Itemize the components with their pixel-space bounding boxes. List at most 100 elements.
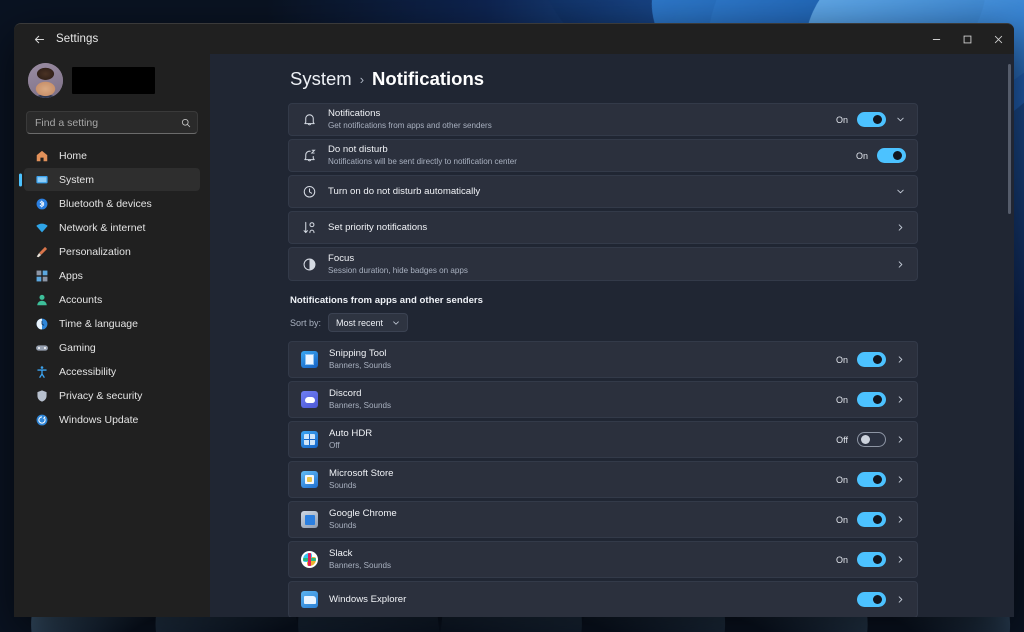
app-toggle[interactable] — [857, 392, 886, 407]
toggle-state-label: On — [855, 150, 868, 161]
sidebar-item-home[interactable]: Home — [24, 144, 200, 167]
sidebar: Home System Bluetooth & devices — [14, 54, 210, 617]
sidebar-item-label: Privacy & security — [59, 389, 143, 402]
sidebar-item-windows-update[interactable]: Windows Update — [24, 408, 200, 431]
bell-icon — [301, 112, 317, 128]
setting-subtitle: Notifications will be sent directly to n… — [328, 157, 517, 166]
app-name: Auto HDR — [329, 428, 373, 439]
app-toggle[interactable] — [857, 552, 886, 567]
app-toggle[interactable] — [857, 592, 886, 607]
content-scrollbar[interactable] — [1008, 64, 1011, 611]
chevron-right-icon[interactable] — [895, 355, 906, 364]
app-name: Discord — [329, 388, 362, 399]
do-not-disturb-icon — [301, 148, 317, 164]
app-row-microsoft-store[interactable]: Microsoft Store Sounds On — [288, 461, 918, 498]
chevron-down-icon[interactable] — [895, 187, 906, 196]
toggle-state-label: On — [835, 394, 848, 405]
account-row[interactable] — [24, 54, 200, 102]
sidebar-item-time-language[interactable]: Time & language — [24, 312, 200, 335]
microsoft-store-icon — [301, 471, 318, 488]
shield-icon — [34, 388, 49, 403]
sidebar-item-personalization[interactable]: Personalization — [24, 240, 200, 263]
app-toggle[interactable] — [857, 432, 886, 447]
setting-row-priority-notifications[interactable]: Set priority notifications — [288, 211, 918, 244]
app-row-windows-explorer[interactable]: Windows Explorer — [288, 581, 918, 617]
setting-row-focus[interactable]: Focus Session duration, hide badges on a… — [288, 247, 918, 281]
sidebar-nav: Home System Bluetooth & devices Network … — [24, 144, 200, 431]
sidebar-item-label: Home — [59, 149, 88, 162]
chevron-right-icon[interactable] — [895, 515, 906, 524]
app-toggle[interactable] — [857, 512, 886, 527]
notifications-toggle[interactable] — [857, 112, 886, 127]
account-name-redacted — [72, 66, 155, 94]
maximize-icon — [963, 35, 972, 43]
app-subtitle: Sounds — [329, 521, 357, 530]
do-not-disturb-toggle[interactable] — [877, 148, 906, 163]
toggle-state-label: On — [835, 474, 848, 485]
app-row-discord[interactable]: Discord Banners, Sounds On — [288, 381, 918, 418]
app-row-google-chrome[interactable]: Google Chrome Sounds On — [288, 501, 918, 538]
page-title: Notifications — [372, 68, 485, 89]
search-box[interactable] — [26, 111, 198, 134]
setting-title: Turn on do not disturb automatically — [328, 185, 481, 197]
chevron-right-icon[interactable] — [895, 260, 906, 269]
app-row-auto-hdr[interactable]: Auto HDR Off Off — [288, 421, 918, 458]
chevron-right-icon[interactable] — [895, 555, 906, 564]
sidebar-item-system[interactable]: System — [24, 168, 200, 191]
sidebar-item-label: Apps — [59, 269, 83, 282]
setting-row-notifications[interactable]: Notifications Get notifications from app… — [288, 103, 918, 136]
toggle-state-label: On — [835, 514, 848, 525]
chevron-right-icon[interactable] — [895, 475, 906, 484]
app-name: Microsoft Store — [329, 468, 394, 479]
apps-section-heading: Notifications from apps and other sender… — [290, 295, 483, 306]
setting-row-do-not-disturb[interactable]: Do not disturb Notifications will be sen… — [288, 139, 918, 172]
sidebar-item-label: Bluetooth & devices — [59, 197, 152, 210]
minimize-button[interactable] — [921, 24, 952, 54]
scrollbar-thumb[interactable] — [1008, 64, 1011, 214]
setting-row-dnd-automatic[interactable]: Turn on do not disturb automatically — [288, 175, 918, 208]
clock-globe-icon — [34, 316, 49, 331]
toggle-state-label: On — [835, 114, 848, 125]
sidebar-item-bluetooth-devices[interactable]: Bluetooth & devices — [24, 192, 200, 215]
sidebar-item-network-internet[interactable]: Network & internet — [24, 216, 200, 239]
gamepad-icon — [34, 340, 49, 355]
sidebar-item-accessibility[interactable]: Accessibility — [24, 360, 200, 383]
sidebar-item-accounts[interactable]: Accounts — [24, 288, 200, 311]
window-controls — [921, 24, 1014, 54]
sidebar-item-apps[interactable]: Apps — [24, 264, 200, 287]
app-row-snipping-tool[interactable]: Snipping Tool Banners, Sounds On — [288, 341, 918, 378]
close-button[interactable] — [983, 24, 1014, 54]
sort-by-value: Most recent — [336, 317, 384, 328]
chevron-right-icon[interactable] — [895, 595, 906, 604]
chevron-down-icon[interactable] — [895, 115, 906, 124]
sort-row: Sort by: Most recent — [290, 313, 918, 332]
slack-icon — [301, 551, 318, 568]
toggle-state-label: Off — [836, 434, 848, 445]
avatar — [28, 62, 63, 98]
app-toggle[interactable] — [857, 352, 886, 367]
maximize-button[interactable] — [952, 24, 983, 54]
chevron-right-icon[interactable] — [895, 435, 906, 444]
sidebar-item-privacy-security[interactable]: Privacy & security — [24, 384, 200, 407]
app-name: Windows Explorer — [329, 593, 407, 605]
focus-icon — [301, 256, 317, 272]
app-subtitle: Banners, Sounds — [329, 361, 392, 370]
setting-title: Do not disturb — [328, 144, 388, 155]
priority-sort-icon — [301, 220, 317, 236]
back-button[interactable] — [24, 26, 54, 52]
search-input[interactable] — [26, 111, 198, 134]
setting-subtitle: Get notifications from apps and other se… — [328, 121, 492, 130]
app-row-slack[interactable]: Slack Banners, Sounds On — [288, 541, 918, 578]
sidebar-item-gaming[interactable]: Gaming — [24, 336, 200, 359]
setting-subtitle: Session duration, hide badges on apps — [328, 265, 468, 275]
settings-window: Settings Find a setting Home System Blue… — [14, 23, 1014, 617]
app-toggle[interactable] — [857, 472, 886, 487]
sort-by-dropdown[interactable]: Most recent — [328, 313, 409, 332]
chevron-right-icon[interactable] — [895, 223, 906, 232]
accounts-icon — [34, 292, 49, 307]
snipping-tool-icon — [301, 351, 318, 368]
breadcrumb-parent[interactable]: System — [290, 68, 352, 90]
sort-by-label: Sort by: — [290, 317, 322, 328]
chevron-right-icon[interactable] — [895, 395, 906, 404]
setting-title: Focus — [328, 252, 355, 264]
